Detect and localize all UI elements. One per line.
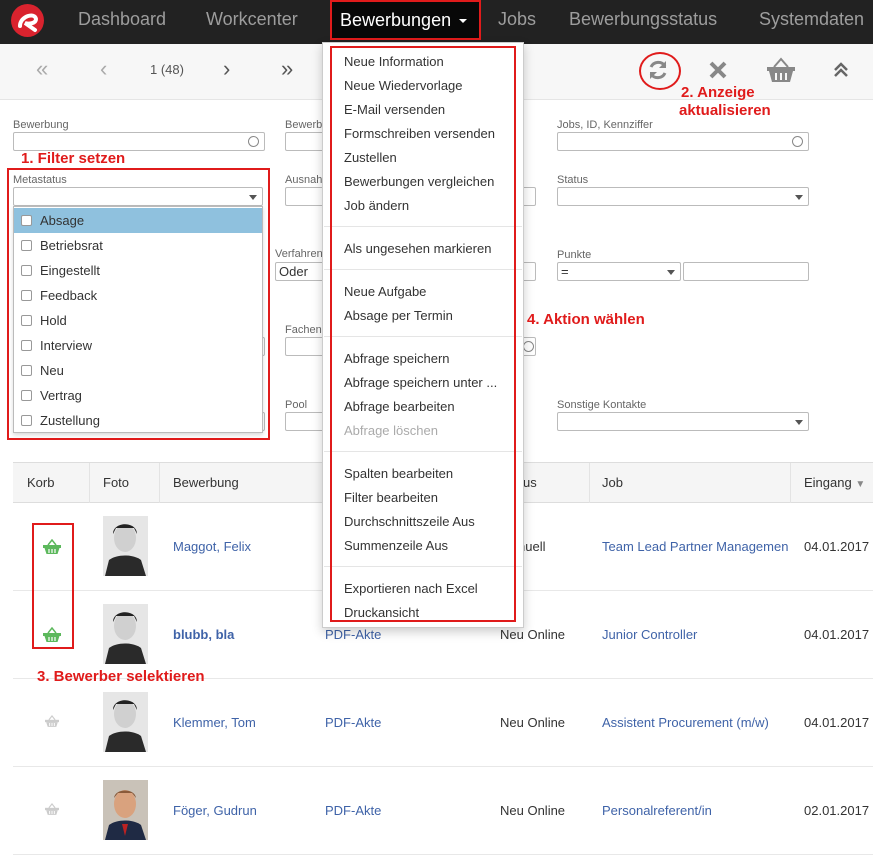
filter-punkte-operator[interactable]: = [557, 262, 681, 281]
filter-status-label: Status [557, 174, 589, 186]
annotation-circle-refresh [639, 52, 681, 90]
sort-desc-icon: ▼ [855, 479, 866, 490]
avatar [103, 692, 148, 752]
applicant-name-link[interactable]: blubb, bla [173, 627, 234, 642]
search-icon [523, 341, 534, 352]
collapse-icon[interactable] [832, 62, 850, 81]
filter-verfahren-select[interactable]: Oder [275, 262, 325, 281]
received-date: 02.01.2017 [804, 803, 870, 818]
filter-bewerbung-input[interactable] [13, 132, 265, 151]
received-date: 04.01.2017 [804, 627, 870, 642]
nav-systemdaten[interactable]: Systemdaten [759, 0, 864, 44]
applicant-status: Neu Online [500, 715, 566, 730]
last-page-icon[interactable]: » [281, 56, 293, 82]
chevron-down-icon [667, 270, 675, 275]
filter-fachen-label: Fachen [285, 324, 322, 336]
filter-bewerb-label: Bewerb [285, 119, 323, 131]
top-navbar: Dashboard Workcenter Bewerbungen Jobs Be… [0, 0, 873, 44]
nav-workcenter[interactable]: Workcenter [206, 0, 298, 44]
col-korb[interactable]: Korb [27, 475, 54, 490]
avatar [103, 604, 148, 664]
table-row[interactable]: Klemmer, Tom PDF-Akte Neu Online Assiste… [13, 679, 873, 767]
job-link[interactable]: Junior Controller [602, 627, 697, 642]
job-link[interactable]: Personalreferent/in [602, 803, 712, 818]
annotation-filter-setzen: 1. Filter setzen [21, 150, 126, 167]
nav-dashboard[interactable]: Dashboard [78, 0, 166, 44]
page-indicator: 1 (48) [150, 62, 184, 77]
basket-icon[interactable] [45, 803, 59, 818]
filter-punkte-label: Punkte [557, 249, 592, 261]
col-status[interactable]: us [523, 475, 537, 490]
received-date: 04.01.2017 [804, 715, 870, 730]
filter-verfahren-label: Verfahren [275, 248, 323, 260]
annotation-aktualisieren: aktualisieren [679, 102, 771, 119]
next-page-icon[interactable]: › [223, 56, 230, 82]
close-icon[interactable] [708, 60, 728, 83]
column-divider [790, 463, 791, 503]
job-link[interactable]: Assistent Procurement (m/w) [602, 715, 769, 730]
chevron-down-icon [795, 420, 803, 425]
pdf-akte-link[interactable]: PDF-Akte [325, 627, 381, 642]
job-link[interactable]: Team Lead Partner Managemen [602, 539, 790, 554]
avatar [103, 516, 148, 576]
filter-ausnah-label: Ausnah [285, 174, 323, 186]
filter-status-select[interactable] [557, 187, 809, 206]
annotation-bewerber-selektieren: 3. Bewerber selektieren [37, 668, 205, 685]
filter-bewerbung-label: Bewerbung [13, 119, 69, 131]
annotation-box-filter [7, 168, 270, 440]
filter-sonstige-select[interactable] [557, 412, 809, 431]
col-eingang[interactable]: Eingang ▼ [804, 475, 865, 490]
basket-icon[interactable] [45, 715, 59, 730]
table-row[interactable]: Föger, Gudrun PDF-Akte Neu Online Person… [13, 767, 873, 855]
annotation-aktion-waehlen: 4. Aktion wählen [527, 311, 645, 328]
col-eingang-label: Eingang [804, 475, 852, 490]
filter-bewerb-input[interactable] [285, 132, 325, 151]
nav-jobs[interactable]: Jobs [498, 0, 536, 44]
punkte-operator-value: = [561, 264, 569, 279]
caret-down-icon [459, 19, 468, 24]
filter-punkte-input[interactable] [683, 262, 809, 281]
nav-bewerbungen-label: Bewerbungen [340, 10, 452, 30]
logo-icon[interactable] [11, 4, 44, 37]
annotation-box-select [32, 523, 74, 649]
filter-pool-label: Pool [285, 399, 308, 411]
nav-bewerbungsstatus[interactable]: Bewerbungsstatus [569, 0, 717, 44]
first-page-icon[interactable]: « [36, 56, 48, 82]
applicant-status: Neu Online [500, 627, 566, 642]
filter-sonstige-label: Sonstige Kontakte [557, 399, 647, 411]
applicant-name-link[interactable]: Klemmer, Tom [173, 715, 256, 730]
pdf-akte-link[interactable]: PDF-Akte [325, 803, 381, 818]
col-job[interactable]: Job [602, 475, 623, 490]
col-bewerbung[interactable]: Bewerbung [173, 475, 239, 490]
applicant-name-link[interactable]: Föger, Gudrun [173, 803, 257, 818]
pdf-akte-link[interactable]: PDF-Akte [325, 715, 381, 730]
prev-page-icon[interactable]: ‹ [100, 56, 107, 82]
filter-jobs-label: Jobs, ID, Kennziffer [557, 119, 653, 131]
basket-icon[interactable] [766, 57, 796, 86]
search-icon [248, 136, 259, 147]
annotation-box-menu [330, 46, 516, 622]
annotation-anzeige: 2. Anzeige [681, 84, 755, 101]
nav-bewerbungen[interactable]: Bewerbungen [330, 0, 481, 40]
column-divider [159, 463, 160, 503]
applicant-status: Neu Online [500, 803, 566, 818]
received-date: 04.01.2017 [804, 539, 870, 554]
filter-fachen-input[interactable] [285, 337, 325, 356]
avatar [103, 780, 148, 840]
applicant-name-link[interactable]: Maggot, Felix [173, 539, 251, 554]
filter-pool-select[interactable] [285, 412, 325, 431]
filter-jobs-input[interactable] [557, 132, 809, 151]
column-divider [89, 463, 90, 503]
col-foto[interactable]: Foto [103, 475, 129, 490]
chevron-down-icon [795, 195, 803, 200]
search-icon [792, 136, 803, 147]
column-divider [589, 463, 590, 503]
filter-ausnah-select[interactable] [285, 187, 325, 206]
